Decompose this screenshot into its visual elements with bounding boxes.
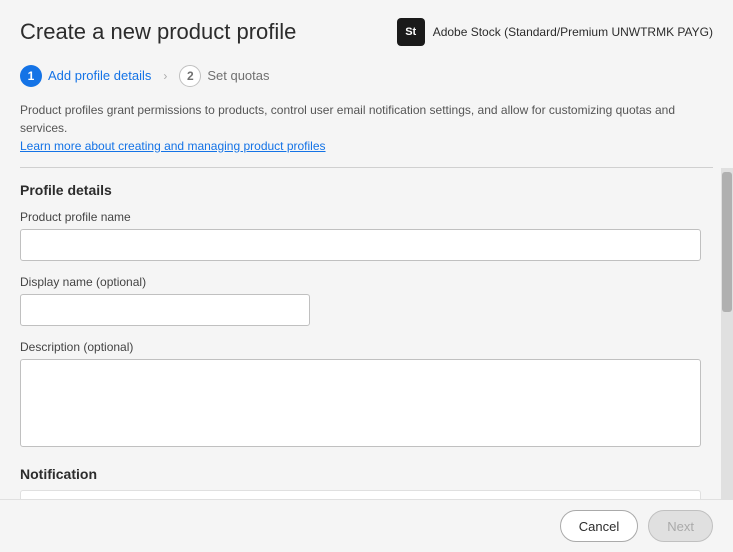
product-icon: St xyxy=(397,18,425,46)
info-section: Product profiles grant permissions to pr… xyxy=(0,97,733,163)
step-1-circle: 1 xyxy=(20,65,42,87)
step-arrow: › xyxy=(163,69,167,83)
next-button[interactable]: Next xyxy=(648,510,713,542)
header: Create a new product profile St Adobe St… xyxy=(0,0,733,59)
notification-row: Notify users by email ⌄ xyxy=(20,490,701,499)
footer: Cancel Next xyxy=(0,499,733,552)
page-container: Create a new product profile St Adobe St… xyxy=(0,0,733,552)
product-profile-name-group: Product profile name xyxy=(20,210,701,261)
product-name: Adobe Stock (Standard/Premium UNWTRMK PA… xyxy=(433,25,713,39)
description-label: Description (optional) xyxy=(20,340,701,354)
display-name-label: Display name (optional) xyxy=(20,275,701,289)
product-profile-name-label: Product profile name xyxy=(20,210,701,224)
step-1[interactable]: 1 Add profile details xyxy=(20,65,151,87)
step-2-circle: 2 xyxy=(179,65,201,87)
description-group: Description (optional) xyxy=(20,340,701,452)
step-2[interactable]: 2 Set quotas xyxy=(179,65,269,87)
steps-bar: 1 Add profile details › 2 Set quotas xyxy=(0,59,733,97)
profile-details-title: Profile details xyxy=(20,182,701,198)
form-area: Profile details Product profile name Dis… xyxy=(0,168,721,499)
product-profile-name-input[interactable] xyxy=(20,229,701,261)
scrollbar[interactable] xyxy=(721,168,733,499)
description-input[interactable] xyxy=(20,359,701,447)
cancel-button[interactable]: Cancel xyxy=(560,510,638,542)
display-name-input[interactable] xyxy=(20,294,310,326)
product-badge: St Adobe Stock (Standard/Premium UNWTRMK… xyxy=(397,18,713,46)
step-1-label: Add profile details xyxy=(48,68,151,83)
learn-more-link[interactable]: Learn more about creating and managing p… xyxy=(20,139,326,153)
scrollbar-thumb[interactable] xyxy=(722,172,732,312)
display-name-group: Display name (optional) xyxy=(20,275,701,326)
notification-title: Notification xyxy=(20,466,701,482)
info-description: Product profiles grant permissions to pr… xyxy=(20,103,675,135)
notification-section: Notification Notify users by email ⌄ xyxy=(20,466,701,499)
main-content: Profile details Product profile name Dis… xyxy=(0,168,733,499)
page-title: Create a new product profile xyxy=(20,18,296,47)
step-2-label: Set quotas xyxy=(207,68,269,83)
